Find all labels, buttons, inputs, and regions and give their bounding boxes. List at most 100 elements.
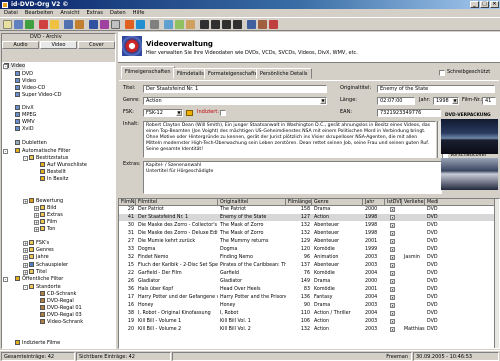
collapse-icon[interactable]: - bbox=[3, 64, 8, 69]
menu-bearbeiten[interactable]: Bearbeiten bbox=[25, 10, 54, 16]
table-row[interactable]: 32 Findet Nemo Finding Nemo 96 Animation 2003… bbox=[119, 254, 499, 261]
table-row[interactable]: 26 Gladiator Gladiator 149 Drama 2000 x DVD bbox=[119, 278, 499, 285]
help-icon[interactable] bbox=[269, 20, 278, 29]
table-row[interactable]: 30 Die Maske des Zorro - Collector's Edit… bbox=[119, 222, 499, 229]
is-dvd-checkbox[interactable]: x bbox=[390, 271, 395, 276]
column-header[interactable]: Verliehen bbox=[402, 199, 425, 206]
table-scrollbar[interactable] bbox=[494, 199, 499, 348]
table-row[interactable]: 33 Dogma Dogma 120 Komödie 1999 x DVD bbox=[119, 246, 499, 253]
is-dvd-checkbox[interactable]: x bbox=[390, 327, 395, 332]
search-icon[interactable] bbox=[75, 20, 84, 29]
tree-item[interactable]: Standorte bbox=[29, 284, 61, 291]
column-header[interactable]: Jahr bbox=[363, 199, 385, 206]
table-row[interactable]: 38 I, Robot - Original Kinofassung I, Robo… bbox=[119, 310, 499, 317]
column-header[interactable]: Filmlänge bbox=[286, 199, 312, 206]
column-header[interactable]: IstDVD bbox=[385, 199, 402, 206]
menu-daten[interactable]: Daten bbox=[110, 10, 126, 16]
length-field[interactable]: 02:07:00 bbox=[377, 97, 415, 105]
expand-icon[interactable]: + bbox=[34, 213, 39, 218]
menu-datei[interactable]: Datei bbox=[4, 10, 18, 16]
fsk-select[interactable]: FSK-12 ▼ bbox=[143, 109, 183, 117]
tree-item[interactable]: DivX bbox=[15, 105, 34, 112]
collapse-icon[interactable]: - bbox=[23, 285, 28, 290]
is-dvd-checkbox[interactable]: x bbox=[390, 287, 395, 292]
tree-item[interactable]: Bestellt bbox=[40, 169, 66, 176]
is-dvd-checkbox[interactable]: x bbox=[390, 263, 395, 268]
genre-select[interactable]: Action ▼ bbox=[143, 97, 327, 105]
tree-item[interactable]: Jahre bbox=[29, 254, 49, 261]
tree-item[interactable]: CD-Schrank bbox=[40, 291, 76, 298]
tree-item[interactable]: Bewertung bbox=[29, 198, 63, 205]
original-title-field[interactable]: Enemy of the State bbox=[377, 85, 495, 93]
tree-item[interactable]: DVD-Regal 03 bbox=[40, 312, 82, 319]
expand-icon[interactable]: + bbox=[23, 199, 28, 204]
is-dvd-checkbox[interactable]: x bbox=[390, 231, 395, 236]
film-icon[interactable] bbox=[89, 20, 98, 29]
table-row[interactable]: 36 Hals über Kopf Head Over Heels 83 Komödie… bbox=[119, 286, 499, 293]
table-row[interactable]: 31 Die Maske des Zorro - Deluxe Edition Th… bbox=[119, 230, 499, 237]
table-row[interactable]: 15 Fluch der Karibik - 2-Disc Set Special… bbox=[119, 262, 499, 269]
table-row[interactable]: 29 Der Patriot The Patriot 158 Drama 2000 x DVD bbox=[119, 206, 499, 213]
content-textarea[interactable]: Robert Clayton Dean (Will Smith), Ein ju… bbox=[143, 121, 436, 158]
read-only-checkbox[interactable] bbox=[439, 70, 445, 76]
is-dvd-checkbox[interactable]: x bbox=[390, 207, 395, 212]
is-dvd-checkbox[interactable]: x bbox=[390, 215, 395, 220]
column-header[interactable]: Originaltitel bbox=[218, 199, 286, 206]
chevron-down-icon[interactable]: ▼ bbox=[452, 98, 458, 104]
settings-icon[interactable] bbox=[150, 20, 159, 29]
music-icon[interactable] bbox=[100, 20, 109, 29]
save-icon[interactable] bbox=[25, 20, 34, 29]
tab-filmeigenschaften[interactable]: Filmeigenschaften bbox=[121, 66, 175, 79]
film-number-field[interactable]: 41 bbox=[482, 97, 496, 105]
cover-back-image[interactable] bbox=[441, 158, 498, 190]
info-icon[interactable] bbox=[258, 20, 267, 29]
tree-item[interactable]: Video-Schrank bbox=[40, 319, 83, 326]
lend-icon[interactable] bbox=[186, 20, 195, 29]
tab-persoenliche-details[interactable]: Persönliche Details bbox=[256, 68, 312, 79]
table-row[interactable]: 17 Harry Potter und der Gefangene von Azk… bbox=[119, 294, 499, 301]
indexed-checkbox[interactable] bbox=[220, 110, 226, 116]
tree-item[interactable]: Öffentliche Filter bbox=[15, 276, 63, 283]
tree-item[interactable]: Automatische Filter bbox=[15, 148, 70, 155]
is-dvd-checkbox[interactable]: x bbox=[390, 239, 395, 244]
table-row[interactable]: 16 Honey Honey 90 Drama 2003 x DVD bbox=[119, 302, 499, 309]
tab-audio[interactable]: Audio bbox=[2, 41, 39, 49]
is-dvd-checkbox[interactable]: x bbox=[390, 255, 395, 260]
title-field[interactable]: Der Staatsfeind Nr. 1 bbox=[143, 85, 327, 93]
tree-item[interactable]: In Besitz bbox=[40, 176, 68, 183]
column-header[interactable]: Filmtitel bbox=[136, 199, 218, 206]
expand-icon[interactable]: + bbox=[23, 255, 28, 260]
tree-item[interactable]: Ton bbox=[40, 226, 55, 233]
column-header[interactable]: Medi bbox=[425, 199, 495, 206]
expand-icon[interactable]: + bbox=[23, 270, 28, 275]
chevron-down-icon[interactable]: ▼ bbox=[320, 98, 326, 104]
export-icon[interactable] bbox=[175, 20, 184, 29]
first-record-icon[interactable] bbox=[200, 20, 209, 29]
tree-item[interactable]: Video bbox=[15, 78, 36, 85]
table-row[interactable]: 22 Garfield - Der Film Garfield 76 Komödie 20… bbox=[119, 270, 499, 277]
tree-item[interactable]: Titel bbox=[29, 269, 47, 276]
minimize-button[interactable]: _ bbox=[470, 1, 479, 8]
tree-item[interactable]: Indizierte Filme bbox=[15, 340, 60, 347]
next-record-icon[interactable] bbox=[222, 20, 231, 29]
collapse-icon[interactable]: - bbox=[3, 277, 8, 282]
last-record-icon[interactable] bbox=[233, 20, 242, 29]
year-select[interactable]: 1998 ▼ bbox=[433, 97, 459, 105]
tree-item[interactable]: Auf Wunschliste bbox=[40, 162, 87, 169]
expand-icon[interactable]: + bbox=[34, 220, 39, 225]
print-icon[interactable] bbox=[64, 20, 73, 29]
expand-icon[interactable]: + bbox=[34, 227, 39, 232]
film-table[interactable]: FilmNr. Filmtitel Originaltitel Filmlänge Ge… bbox=[118, 198, 500, 349]
open-icon[interactable] bbox=[14, 20, 23, 29]
tree-item[interactable]: DVD bbox=[15, 71, 33, 78]
column-header[interactable]: Genre bbox=[312, 199, 363, 206]
expand-icon[interactable]: + bbox=[23, 248, 28, 253]
collapse-icon[interactable]: - bbox=[23, 156, 28, 161]
tree-item[interactable]: Film bbox=[40, 219, 57, 226]
tree-item[interactable]: Super Video-CD bbox=[15, 92, 62, 99]
is-dvd-checkbox[interactable]: x bbox=[390, 319, 395, 324]
web-icon[interactable] bbox=[136, 20, 145, 29]
tree-item[interactable]: Bestitzstatus bbox=[29, 155, 68, 162]
tab-cover[interactable]: Cover bbox=[78, 41, 115, 49]
menu-extras[interactable]: Extras bbox=[87, 10, 103, 16]
